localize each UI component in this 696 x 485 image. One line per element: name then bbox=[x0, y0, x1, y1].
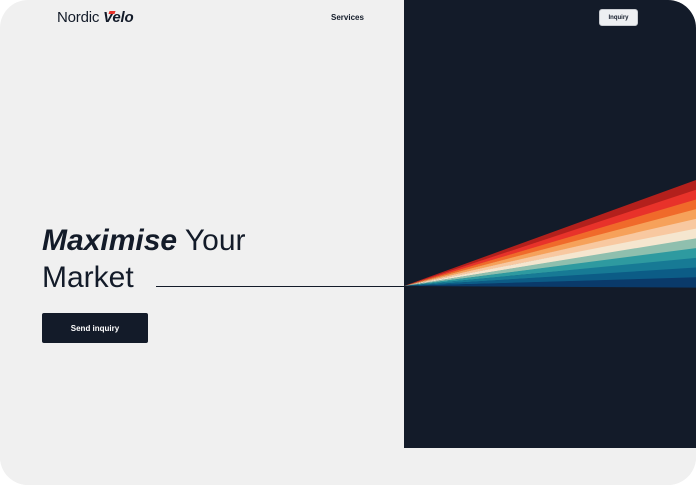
hero-headline: Maximise Your Market bbox=[42, 222, 246, 296]
spectrum-graphic bbox=[404, 180, 696, 288]
logo-text-velo-label: Velo bbox=[103, 9, 134, 26]
logo-text-nordic: Nordic bbox=[57, 9, 100, 26]
headline-line2: Market bbox=[42, 261, 134, 294]
send-inquiry-button[interactable]: Send inquiry bbox=[42, 313, 148, 343]
bottom-strip bbox=[0, 448, 696, 485]
logo-text-velo: Velo bbox=[103, 9, 134, 26]
inquiry-button[interactable]: Inquiry bbox=[599, 9, 638, 26]
headline-emphasis: Maximise bbox=[42, 224, 178, 257]
logo[interactable]: Nordic Velo bbox=[57, 9, 134, 26]
headline-rule bbox=[156, 286, 404, 287]
nav-link-services[interactable]: Services bbox=[331, 13, 364, 22]
headline-word-your: Your bbox=[184, 224, 246, 257]
page-frame: Nordic Velo Services Inquiry Maximise You… bbox=[0, 0, 696, 485]
